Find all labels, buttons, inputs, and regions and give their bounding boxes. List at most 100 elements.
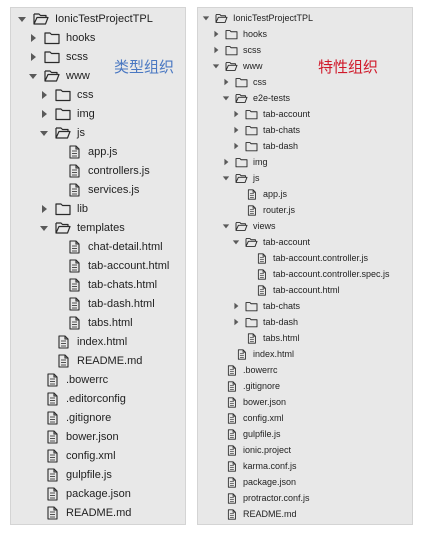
tree-file-app-js[interactable]: app.js — [245, 186, 287, 202]
tree-folder-tab-account[interactable]: tab-account — [232, 106, 310, 122]
tree-file-package-json[interactable]: package.json — [44, 484, 131, 503]
chevron-down-icon[interactable] — [222, 174, 230, 182]
chevron-right-icon[interactable] — [232, 126, 240, 134]
tree-folder-css[interactable]: css — [39, 85, 94, 104]
tree-item-label: .bowerrc — [66, 373, 109, 386]
tree-item-label: tab-dash — [263, 317, 299, 327]
tree-folder-www[interactable]: www — [28, 66, 90, 85]
file-icon — [225, 492, 238, 504]
tree-folder-tab-dash[interactable]: tab-dash — [232, 314, 298, 330]
tree-folder-tab-account[interactable]: tab-account — [232, 234, 310, 250]
tree-folder-ionictestprojecttpl[interactable]: IonicTestProjectTPL — [17, 9, 153, 28]
chevron-right-icon[interactable] — [39, 109, 49, 119]
tree-file-controllers-js[interactable]: controllers.js — [66, 161, 150, 180]
chevron-right-icon[interactable] — [232, 142, 240, 150]
tree-file-tab-chats-html[interactable]: tab-chats.html — [66, 275, 157, 294]
tree-item-label: img — [77, 107, 95, 120]
tree-file-config-xml[interactable]: config.xml — [225, 410, 284, 426]
chevron-right-icon[interactable] — [232, 318, 240, 326]
tree-folder-ionictestprojecttpl[interactable]: IonicTestProjectTPL — [202, 10, 313, 26]
tree-file-readme-md[interactable]: README.md — [55, 351, 142, 370]
chevron-right-icon[interactable] — [28, 52, 38, 62]
chevron-right-icon[interactable] — [222, 78, 230, 86]
tree-file-bowerrc[interactable]: .bowerrc — [225, 362, 278, 378]
tree-file-readme-md[interactable]: README.md — [44, 503, 131, 522]
chevron-right-icon[interactable] — [28, 33, 38, 43]
tree-file-index-html[interactable]: index.html — [55, 332, 127, 351]
tree-folder-css[interactable]: css — [222, 74, 267, 90]
tree-file-protractor-conf-js[interactable]: protractor.conf.js — [225, 490, 310, 506]
tree-item-label: img — [253, 157, 268, 167]
tree-folder-hooks[interactable]: hooks — [28, 28, 95, 47]
tree-file-tab-account-html[interactable]: tab-account.html — [66, 256, 169, 275]
tree-file-karma-conf-js[interactable]: karma.conf.js — [225, 458, 297, 474]
tree-file-gulpfile-js[interactable]: gulpfile.js — [44, 465, 112, 484]
tree-file-router-js[interactable]: router.js — [245, 202, 295, 218]
chevron-right-icon[interactable] — [212, 30, 220, 38]
tree-file-tab-account-controller-spec-js[interactable]: tab-account.controller.spec.js — [255, 266, 390, 282]
tree-file-tab-account-html[interactable]: tab-account.html — [255, 282, 340, 298]
chevron-down-icon[interactable] — [39, 128, 49, 138]
tree-file-chat-detail-html[interactable]: chat-detail.html — [66, 237, 163, 256]
tree-file-app-js[interactable]: app.js — [66, 142, 117, 161]
feature-organized-tree-panel: IonicTestProjectTPL hooks scss www css e2e-te… — [197, 7, 413, 525]
folder-open-icon — [55, 126, 71, 140]
tree-file-services-js[interactable]: services.js — [66, 180, 139, 199]
chevron-right-icon[interactable] — [232, 110, 240, 118]
tree-folder-js[interactable]: js — [39, 123, 85, 142]
tree-file-tabs-html[interactable]: tabs.html — [245, 330, 300, 346]
tree-file-gulpfile-js[interactable]: gulpfile.js — [225, 426, 281, 442]
tree-folder-js[interactable]: js — [222, 170, 260, 186]
folder-open-icon — [235, 173, 248, 184]
tree-file-bower-json[interactable]: bower.json — [225, 394, 286, 410]
tree-folder-tab-chats[interactable]: tab-chats — [232, 298, 300, 314]
tree-file-tabs-html[interactable]: tabs.html — [66, 313, 133, 332]
tree-file-config-xml[interactable]: config.xml — [44, 446, 116, 465]
chevron-down-icon[interactable] — [28, 71, 38, 81]
feature-organization-label: 特性组织 — [318, 58, 379, 76]
tree-folder-www[interactable]: www — [212, 58, 263, 74]
tree-folder-tab-chats[interactable]: tab-chats — [232, 122, 300, 138]
tree-folder-hooks[interactable]: hooks — [212, 26, 267, 42]
tree-file-readme-md[interactable]: README.md — [225, 506, 297, 522]
tree-folder-templates[interactable]: templates — [39, 218, 125, 237]
tree-folder-e2e-tests[interactable]: e2e-tests — [222, 90, 290, 106]
tree-folder-img[interactable]: img — [39, 104, 95, 123]
chevron-right-icon[interactable] — [39, 204, 49, 214]
tree-file-index-html[interactable]: index.html — [235, 346, 294, 362]
chevron-right-icon[interactable] — [39, 90, 49, 100]
tree-file-tab-dash-html[interactable]: tab-dash.html — [66, 294, 155, 313]
tree-file-tab-account-controller-js[interactable]: tab-account.controller.js — [255, 250, 368, 266]
tree-file-bower-json[interactable]: bower.json — [44, 427, 119, 446]
tree-file-package-json[interactable]: package.json — [225, 474, 296, 490]
chevron-down-icon[interactable] — [17, 14, 27, 24]
file-icon — [235, 348, 248, 360]
chevron-right-icon[interactable] — [222, 158, 230, 166]
tree-file-bowerrc[interactable]: .bowerrc — [44, 370, 108, 389]
tree-folder-tab-dash[interactable]: tab-dash — [232, 138, 298, 154]
tree-item-label: ionic.project — [243, 445, 292, 455]
tree-folder-views[interactable]: views — [222, 218, 276, 234]
tree-folder-img[interactable]: img — [222, 154, 268, 170]
chevron-down-icon[interactable] — [222, 94, 230, 102]
tree-file-editorconfig[interactable]: .editorconfig — [44, 389, 126, 408]
tree-file-ionic-project[interactable]: ionic.project — [225, 442, 291, 458]
file-icon — [55, 334, 71, 349]
tree-folder-scss[interactable]: scss — [28, 47, 88, 66]
tree-file-gitignore[interactable]: .gitignore — [225, 378, 280, 394]
file-icon — [44, 448, 60, 463]
tree-folder-scss[interactable]: scss — [212, 42, 261, 58]
chevron-down-icon[interactable] — [232, 238, 240, 246]
chevron-down-icon[interactable] — [212, 62, 220, 70]
chevron-down-icon[interactable] — [39, 223, 49, 233]
tree-folder-lib[interactable]: lib — [39, 199, 88, 218]
folder-icon — [44, 31, 60, 45]
chevron-right-icon[interactable] — [212, 46, 220, 54]
tree-item-label: config.xml — [243, 413, 284, 423]
folder-icon — [55, 202, 71, 216]
chevron-down-icon[interactable] — [202, 14, 210, 22]
tree-item-label: www — [243, 61, 263, 71]
tree-file-gitignore[interactable]: .gitignore — [44, 408, 111, 427]
chevron-right-icon[interactable] — [232, 302, 240, 310]
chevron-down-icon[interactable] — [222, 222, 230, 230]
